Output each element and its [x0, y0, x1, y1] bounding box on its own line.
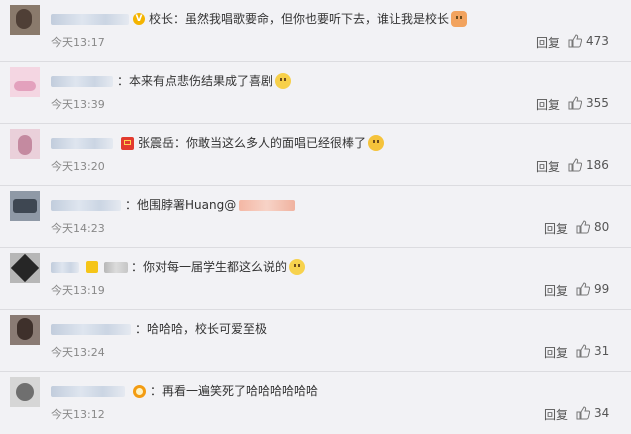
laugh-emoji-icon [368, 135, 385, 151]
comment-time: 今天13:24 [51, 346, 105, 359]
reply-button[interactable]: 回复 [536, 158, 560, 175]
mention-blurred[interactable] [239, 199, 296, 211]
comment-time: 今天14:23 [51, 222, 105, 235]
like-button[interactable]: 355 [568, 95, 609, 111]
reply-button[interactable]: 回复 [544, 282, 568, 299]
thumbs-up-icon [568, 34, 582, 48]
user-name-blurred[interactable] [51, 75, 113, 87]
moon-emoji-icon [289, 259, 306, 275]
comment-list: V 校长 ：虽然我唱歌要命，但你也要听下去，谁让我是校长 今天13:17 回复 … [0, 0, 631, 432]
thumbs-up-icon [568, 158, 582, 172]
role-label: 校长 [149, 12, 174, 26]
comment-text: ：他围脖署Huang@ [125, 198, 237, 212]
user-name-blurred[interactable] [51, 137, 113, 149]
comment-text: ：本来有点悲伤结果成了喜剧 [117, 74, 274, 88]
avatar[interactable] [10, 315, 40, 345]
reply-button[interactable]: 回复 [544, 344, 568, 361]
reply-target-blurred[interactable] [104, 261, 128, 273]
user-name-blurred[interactable] [51, 261, 79, 273]
comment-item: ：本来有点悲伤结果成了喜剧 今天13:39 回复 355 [0, 62, 631, 124]
comment-text: ：再看一遍笑死了哈哈哈哈哈哈 [150, 384, 319, 398]
comment-item: 张震岳：你敢当这么多人的面唱已经很棒了 今天13:20 回复 186 [0, 124, 631, 186]
like-count: 186 [586, 158, 609, 172]
comment-text: ：你对每一届学生都这么说的 [131, 260, 288, 274]
comment-time: 今天13:12 [51, 408, 105, 421]
crown-badge-icon [133, 384, 146, 398]
reply-button[interactable]: 回复 [536, 96, 560, 113]
cat-emoji-icon [451, 11, 468, 27]
avatar[interactable] [10, 67, 40, 97]
user-name-blurred[interactable] [51, 385, 125, 397]
like-count: 34 [594, 406, 610, 420]
smile-emoji-icon [275, 73, 292, 89]
comment-item: ：再看一遍笑死了哈哈哈哈哈哈 今天13:12 回复 34 [0, 372, 631, 434]
comment-item: ：他围脖署Huang@ 今天14:23 回复 80 [0, 186, 631, 248]
like-button[interactable]: 186 [568, 157, 609, 173]
reply-button[interactable]: 回复 [544, 220, 568, 237]
comment-time: 今天13:20 [51, 160, 105, 173]
avatar[interactable] [10, 253, 40, 283]
thumbs-up-icon [568, 96, 582, 110]
like-count: 355 [586, 96, 609, 110]
comment-item: ：哈哈哈，校长可爱至极 今天13:24 回复 31 [0, 310, 631, 372]
avatar[interactable] [10, 191, 40, 221]
member-badge-icon [86, 261, 98, 273]
user-name-blurred[interactable] [51, 323, 131, 335]
thumbs-up-icon [576, 282, 590, 296]
like-button[interactable]: 99 [576, 281, 609, 297]
like-button[interactable]: 473 [568, 33, 609, 49]
avatar[interactable] [10, 377, 40, 407]
user-name-blurred[interactable] [51, 199, 121, 211]
thumbs-up-icon [576, 344, 590, 358]
like-count: 473 [586, 34, 609, 48]
avatar[interactable] [10, 5, 40, 35]
verified-badge-icon: V [133, 13, 145, 25]
comment-time: 今天13:39 [51, 98, 105, 111]
like-count: 99 [594, 282, 610, 296]
like-button[interactable]: 31 [576, 343, 609, 359]
comment-item: ：你对每一届学生都这么说的 今天13:19 回复 99 [0, 248, 631, 310]
like-count: 80 [594, 220, 610, 234]
user-name-blurred[interactable] [51, 13, 129, 25]
gift-badge-icon [121, 136, 134, 150]
like-button[interactable]: 80 [576, 219, 609, 235]
comment-text: ：哈哈哈，校长可爱至极 [135, 322, 268, 336]
like-button[interactable]: 34 [576, 405, 609, 421]
avatar[interactable] [10, 129, 40, 159]
comment-text: 张震岳：你敢当这么多人的面唱已经很棒了 [138, 136, 367, 150]
like-count: 31 [594, 344, 610, 358]
comment-time: 今天13:17 [51, 36, 105, 49]
thumbs-up-icon [576, 220, 590, 234]
thumbs-up-icon [576, 406, 590, 420]
comment-text: ：虽然我唱歌要命，但你也要听下去，谁让我是校长 [173, 12, 450, 26]
reply-button[interactable]: 回复 [544, 406, 568, 423]
comment-time: 今天13:19 [51, 284, 105, 297]
comment-item: V 校长 ：虽然我唱歌要命，但你也要听下去，谁让我是校长 今天13:17 回复 … [0, 0, 631, 62]
reply-button[interactable]: 回复 [536, 34, 560, 51]
